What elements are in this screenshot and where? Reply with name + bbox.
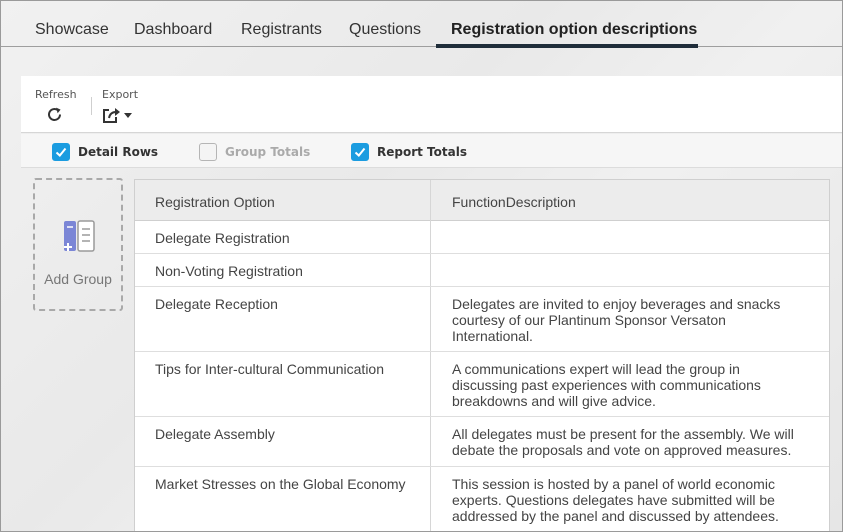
add-group-label: Add Group — [44, 271, 112, 287]
detail-rows-checkbox[interactable]: Detail Rows — [52, 142, 172, 162]
detail-rows-label: Detail Rows — [78, 145, 159, 159]
column-header-function-description[interactable]: FunctionDescription — [452, 180, 576, 221]
table-row[interactable]: Tips for Inter-cultural Communication A … — [135, 352, 829, 417]
toolbar: Refresh Export — [21, 76, 842, 133]
refresh-label: Refresh — [35, 88, 77, 101]
cell-function-description: Delegates are invited to enjoy beverages… — [452, 296, 781, 344]
table-row[interactable]: Delegate Registration — [135, 221, 829, 254]
group-totals-label: Group Totals — [225, 145, 311, 159]
cell-registration-option: Tips for Inter-cultural Communication — [155, 361, 385, 377]
cell-registration-option: Non-Voting Registration — [155, 263, 303, 279]
row-options-bar: Detail Rows Group Totals Report Totals — [21, 134, 842, 168]
tab-registrants[interactable]: Registrants — [241, 1, 322, 47]
report-totals-checkbox[interactable]: Report Totals — [351, 142, 471, 162]
cell-registration-option: Market Stresses on the Global Economy — [155, 476, 406, 492]
cell-registration-option: Delegate Registration — [155, 230, 290, 246]
checkbox-checked-icon — [52, 143, 70, 161]
column-header-registration-option[interactable]: Registration Option — [155, 180, 275, 221]
checkbox-checked-icon — [351, 143, 369, 161]
cell-function-description: A communications expert will lead the gr… — [452, 361, 761, 409]
report-totals-label: Report Totals — [377, 145, 467, 159]
refresh-button[interactable]: Refresh — [31, 76, 81, 133]
refresh-icon — [46, 106, 64, 129]
tab-bar: Showcase Dashboard Registrants Questions… — [1, 1, 842, 48]
cell-function-description: This session is hosted by a panel of wor… — [452, 476, 779, 524]
active-tab-indicator — [436, 44, 698, 48]
cell-registration-option: Delegate Reception — [155, 296, 278, 312]
grid-header: Registration Option FunctionDescription — [135, 180, 829, 221]
cell-function-description: All delegates must be present for the as… — [452, 426, 794, 458]
app-frame: Showcase Dashboard Registrants Questions… — [0, 0, 843, 532]
chevron-down-icon — [124, 113, 132, 118]
checkbox-unchecked-icon — [199, 143, 217, 161]
table-row[interactable]: Non-Voting Registration — [135, 254, 829, 287]
export-button[interactable]: Export — [99, 76, 144, 133]
tab-dashboard[interactable]: Dashboard — [134, 1, 212, 47]
tab-showcase[interactable]: Showcase — [35, 1, 109, 47]
tab-questions[interactable]: Questions — [349, 1, 421, 47]
tab-registration-option-descriptions[interactable]: Registration option descriptions — [451, 1, 697, 47]
report-grid: Registration Option FunctionDescription … — [134, 179, 830, 531]
add-group-icon — [61, 220, 97, 261]
table-row[interactable]: Market Stresses on the Global Economy Th… — [135, 467, 829, 531]
toolbar-divider — [91, 97, 92, 115]
cell-registration-option: Delegate Assembly — [155, 426, 275, 442]
table-row[interactable]: Delegate Reception Delegates are invited… — [135, 287, 829, 352]
add-group-dropzone[interactable]: Add Group — [33, 178, 123, 311]
export-label: Export — [102, 88, 139, 101]
group-totals-checkbox[interactable]: Group Totals — [199, 142, 319, 162]
export-share-icon — [102, 106, 136, 129]
table-row[interactable]: Delegate Assembly All delegates must be … — [135, 417, 829, 467]
